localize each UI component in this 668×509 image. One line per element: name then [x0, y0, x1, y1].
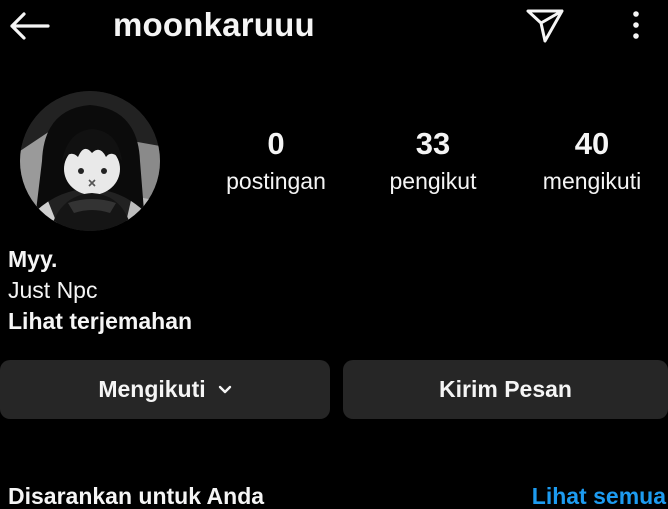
- followers-count: 33: [415, 126, 451, 161]
- suggested-heading: Disarankan untuk Anda: [8, 483, 265, 509]
- send-message-cta-button[interactable]: Kirim Pesan: [343, 360, 668, 419]
- stat-followers[interactable]: 33 pengikut: [358, 124, 508, 198]
- posts-count: 0: [267, 126, 285, 161]
- avatar[interactable]: [20, 91, 160, 231]
- followers-label: pengikut: [389, 168, 477, 194]
- see-all-link[interactable]: Lihat semua: [532, 481, 666, 509]
- arrow-left-icon: [10, 12, 50, 40]
- paper-plane-icon: [526, 9, 564, 43]
- profile-bio: Myy. Just Npc Lihat terjemahan: [8, 244, 648, 337]
- posts-label: postingan: [226, 168, 326, 194]
- following-label: mengikuti: [542, 168, 642, 194]
- vertical-dots-icon: [633, 11, 639, 39]
- top-bar: moonkaruuu: [0, 0, 668, 52]
- send-message-button[interactable]: [522, 4, 568, 46]
- following-count: 40: [574, 126, 610, 161]
- see-translation-link[interactable]: Lihat terjemahan: [8, 306, 648, 337]
- display-name: Myy.: [8, 246, 58, 272]
- back-button[interactable]: [6, 6, 52, 46]
- bio-text: Just Npc: [8, 277, 98, 303]
- profile-page: moonkaruuu 0 postingan 33 pengikut 40 me…: [0, 0, 668, 509]
- send-message-cta-label: Kirim Pesan: [439, 376, 572, 402]
- more-options-button[interactable]: [620, 4, 652, 46]
- profile-username: moonkaruuu: [113, 6, 315, 43]
- following-button-label: Mengikuti: [98, 376, 206, 402]
- following-button[interactable]: Mengikuti: [0, 360, 330, 419]
- stat-following[interactable]: 40 mengikuti: [517, 124, 667, 198]
- avatar-image: [20, 91, 160, 231]
- stat-posts[interactable]: 0 postingan: [201, 124, 351, 198]
- chevron-down-icon: [218, 385, 232, 395]
